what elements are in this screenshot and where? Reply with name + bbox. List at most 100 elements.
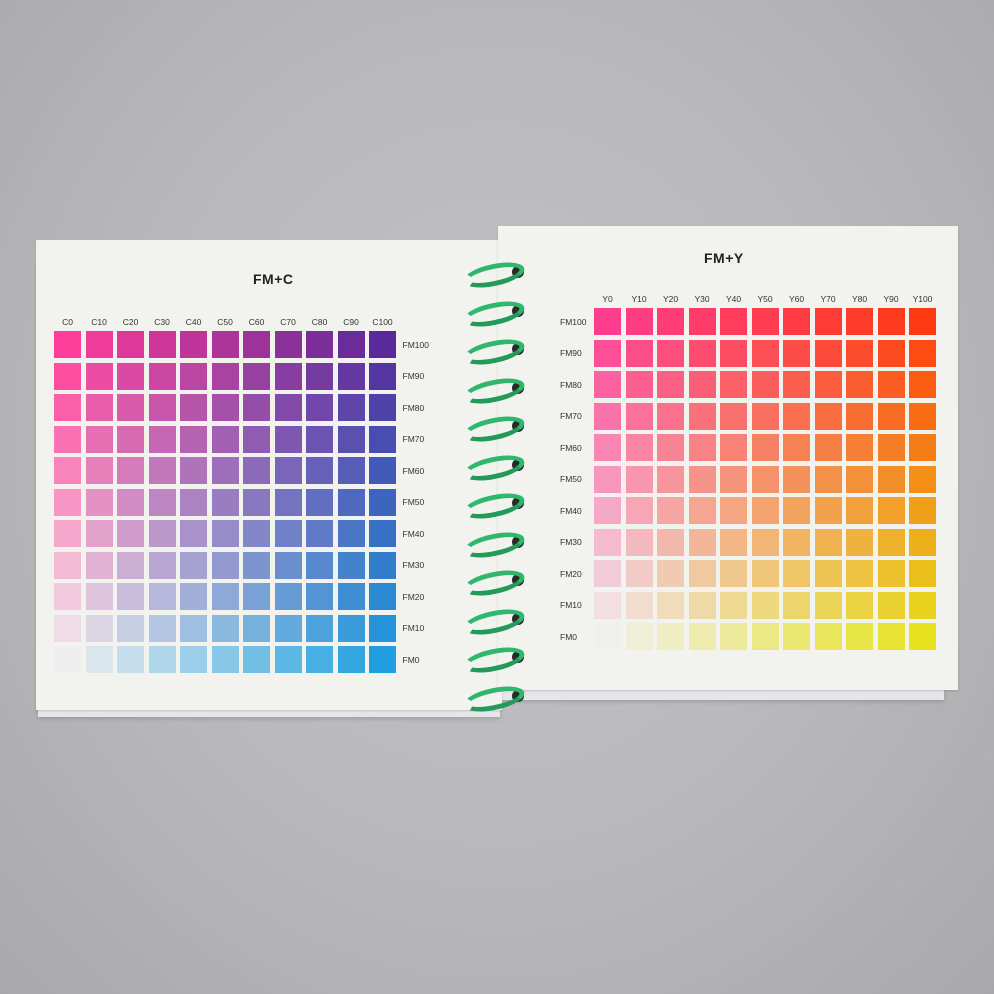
color-swatch [369, 646, 396, 673]
color-swatch [877, 308, 905, 335]
color-swatch [180, 614, 207, 642]
color-swatch [369, 362, 396, 390]
row-label: FM10 [402, 623, 425, 633]
color-swatch [751, 623, 779, 650]
color-swatch [148, 614, 176, 642]
color-swatch [148, 394, 176, 421]
color-swatch [337, 520, 365, 547]
color-swatch [180, 425, 207, 453]
color-swatch [751, 591, 779, 619]
row-label: FM10 [560, 600, 582, 610]
color-swatch [783, 591, 810, 619]
color-swatch [594, 465, 621, 493]
color-swatch [657, 371, 684, 398]
column-label: Y10 [631, 294, 647, 304]
color-swatch [594, 528, 621, 556]
color-swatch [625, 308, 653, 335]
color-swatch [720, 371, 747, 398]
color-swatch [148, 362, 176, 390]
column-label: C30 [154, 317, 170, 327]
color-swatch [274, 425, 302, 453]
color-swatch [751, 434, 779, 461]
color-swatch [306, 583, 333, 610]
color-swatch [85, 425, 113, 453]
color-swatch [594, 560, 621, 587]
color-swatch [688, 465, 716, 493]
column-label: C80 [311, 317, 328, 327]
row-label: FM0 [402, 654, 420, 665]
color-swatch [720, 497, 747, 524]
color-swatch [909, 623, 936, 650]
color-swatch [909, 371, 936, 398]
column-label: C60 [248, 317, 265, 327]
color-swatch [180, 583, 207, 610]
color-swatch [274, 362, 302, 390]
color-swatch [909, 560, 936, 587]
row-label: FM70 [402, 434, 425, 444]
color-swatch [274, 457, 302, 484]
color-swatch [783, 308, 810, 335]
color-swatch [657, 591, 684, 619]
color-swatch [274, 614, 302, 642]
row-label: FM40 [402, 528, 425, 539]
color-swatch [243, 362, 270, 390]
color-swatch [117, 614, 144, 642]
color-swatch [180, 520, 207, 547]
color-swatch [274, 520, 302, 547]
color-swatch [85, 362, 113, 390]
color-swatch [720, 623, 747, 650]
color-swatch [814, 339, 842, 367]
color-swatch [594, 371, 621, 398]
column-label: Y0 [602, 294, 613, 304]
color-swatch [846, 560, 873, 587]
color-swatch [846, 308, 873, 335]
column-label: Y50 [757, 294, 773, 304]
color-swatch [783, 560, 810, 587]
color-swatch [657, 339, 684, 367]
column-label: Y100 [912, 294, 933, 304]
color-swatch [211, 331, 239, 358]
color-swatch [783, 402, 810, 430]
color-swatch [180, 646, 207, 673]
column-label: C100 [372, 317, 393, 327]
color-swatch [846, 339, 873, 367]
color-swatch [180, 331, 207, 358]
color-swatch [180, 457, 207, 484]
color-swatch [117, 331, 144, 358]
color-swatch [211, 583, 239, 610]
color-swatch [657, 465, 684, 493]
color-swatch [783, 623, 810, 650]
color-swatch [180, 488, 207, 516]
color-swatch [117, 646, 144, 673]
color-swatch [846, 371, 873, 398]
color-swatch [369, 457, 396, 484]
row-label: FM0 [560, 631, 577, 642]
color-swatch [814, 308, 842, 335]
color-swatch [688, 560, 716, 587]
color-swatch [54, 425, 81, 453]
row-label: FM30 [560, 537, 582, 547]
color-swatch [625, 560, 653, 587]
color-swatch [369, 614, 396, 642]
color-swatch [306, 614, 333, 642]
row-label: FM20 [560, 568, 582, 579]
color-swatch [369, 488, 396, 516]
right-page-title: FM+Y [704, 250, 744, 266]
left-page-title: FM+C [253, 271, 294, 287]
color-swatch [877, 434, 905, 461]
color-swatch [337, 488, 365, 516]
color-swatch [148, 520, 176, 547]
color-swatch [625, 402, 653, 430]
color-swatch [657, 434, 684, 461]
color-swatch [720, 434, 747, 461]
row-label: FM50 [560, 474, 582, 484]
column-label: C0 [62, 317, 73, 327]
color-swatch [877, 591, 905, 619]
color-swatch [720, 465, 747, 493]
row-label: FM100 [560, 316, 587, 327]
color-swatch [306, 520, 333, 547]
color-swatch [211, 646, 239, 673]
color-swatch [369, 551, 396, 579]
color-swatch [594, 339, 621, 367]
color-swatch [54, 583, 81, 610]
